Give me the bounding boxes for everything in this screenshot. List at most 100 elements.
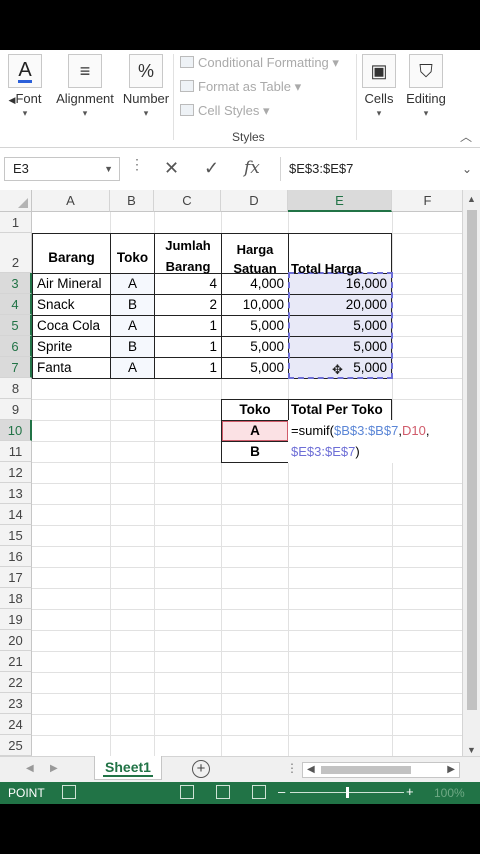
row-header[interactable]: 14 (0, 504, 32, 525)
font-group[interactable]: A ◀Font ▾ (0, 50, 50, 148)
cell-c4[interactable]: 2 (155, 297, 221, 312)
cell-d11[interactable]: B (222, 444, 288, 459)
cell-b6[interactable]: B (111, 339, 154, 354)
cell-d6[interactable]: 5,000 (222, 339, 288, 354)
macro-record-icon[interactable] (62, 785, 76, 799)
zoom-slider[interactable] (290, 787, 404, 798)
enter-icon[interactable]: ✓ (204, 158, 219, 179)
row-header[interactable]: 8 (0, 378, 32, 399)
zoom-level[interactable]: 100% (434, 786, 465, 800)
header-jumlah-line1[interactable]: Jumlah (155, 238, 221, 253)
header-jumlah-line2[interactable]: Barang (155, 259, 221, 274)
row-header[interactable]: 3 (0, 273, 32, 294)
cell-b5[interactable]: A (111, 318, 154, 333)
row-header[interactable]: 7 (0, 357, 32, 378)
scroll-thumb[interactable] (467, 210, 477, 710)
vertical-scrollbar[interactable]: ▲ ▼ (462, 190, 480, 760)
tab-sheet1[interactable]: Sheet1 (94, 756, 162, 780)
row-header[interactable]: 24 (0, 714, 32, 735)
collapse-ribbon-icon[interactable]: ︿ (460, 128, 472, 145)
tab-scroll-right-icon[interactable]: ▶ (50, 763, 58, 774)
scroll-up-icon[interactable]: ▲ (467, 194, 476, 204)
row-header[interactable]: 9 (0, 399, 32, 420)
summary-header-total[interactable]: Total Per Toko (289, 402, 387, 417)
horizontal-scrollbar[interactable]: ◀ ▶ (302, 762, 460, 778)
cell-d5[interactable]: 5,000 (222, 318, 288, 333)
row-header[interactable]: 16 (0, 546, 32, 567)
row-header[interactable]: 13 (0, 483, 32, 504)
cell-e10-editor[interactable]: =sumif($B$3:$B$7,D10, $E$3:$E$7) (288, 420, 462, 463)
cell-d7[interactable]: 5,000 (222, 360, 288, 375)
summary-header-toko[interactable]: Toko (222, 402, 288, 417)
header-total-harga[interactable]: Total Harga (289, 261, 392, 276)
row-header[interactable]: 5 (0, 315, 32, 336)
scroll-thumb[interactable] (321, 766, 411, 774)
cell-d4[interactable]: 10,000 (222, 297, 288, 312)
row-header[interactable]: 6 (0, 336, 32, 357)
cell-c7[interactable]: 1 (155, 360, 221, 375)
page-layout-icon[interactable] (216, 785, 230, 799)
row-header[interactable]: 15 (0, 525, 32, 546)
row-header[interactable]: 1 (0, 212, 32, 233)
cell-e6[interactable]: 5,000 (289, 339, 391, 354)
row-header[interactable]: 21 (0, 651, 32, 672)
alignment-group[interactable]: ≡ Alignment ▾ (50, 50, 120, 148)
chevron-down-icon[interactable]: ▼ (104, 158, 113, 180)
header-barang[interactable]: Barang (33, 250, 110, 265)
zoom-slider-knob[interactable] (346, 787, 349, 798)
column-header-f[interactable]: F (392, 190, 462, 212)
cell-c3[interactable]: 4 (155, 276, 221, 291)
cells-group[interactable]: ▣ Cells ▾ (358, 50, 400, 148)
scroll-left-icon[interactable]: ◀ (307, 764, 315, 775)
conditional-formatting-button[interactable]: Conditional Formatting ▾ (180, 55, 339, 71)
column-header-d[interactable]: D (221, 190, 288, 212)
row-header[interactable]: 19 (0, 609, 32, 630)
cell-a7[interactable]: Fanta (33, 360, 76, 375)
row-header[interactable]: 17 (0, 567, 32, 588)
header-harga-line1[interactable]: Harga (222, 242, 288, 257)
row-header[interactable]: 23 (0, 693, 32, 714)
more-icon[interactable]: ⋮ (286, 761, 298, 775)
number-group[interactable]: % Number ▾ (120, 50, 172, 148)
cell-e3[interactable]: 16,000 (289, 276, 391, 291)
column-header-c[interactable]: C (154, 190, 221, 212)
column-header-e[interactable]: E (288, 190, 392, 212)
select-all-button[interactable] (0, 190, 32, 212)
insert-function-icon[interactable]: fx (244, 158, 260, 178)
row-header[interactable]: 2 (0, 233, 32, 273)
cancel-icon[interactable]: ✕ (164, 158, 179, 179)
header-toko[interactable]: Toko (111, 250, 154, 265)
formula-input[interactable]: $E$3:$E$7 ⌄ (280, 157, 476, 181)
editing-group[interactable]: ⛉ Editing ▾ (402, 50, 450, 148)
column-header-b[interactable]: B (110, 190, 154, 212)
chevron-down-icon[interactable]: ⌄ (462, 157, 472, 181)
scroll-right-icon[interactable]: ▶ (447, 764, 455, 775)
zoom-out-icon[interactable]: – (278, 784, 285, 799)
add-sheet-icon[interactable]: + (192, 760, 210, 778)
name-box[interactable]: E3 ▼ (4, 157, 120, 181)
spreadsheet-grid[interactable]: A B C D E F 1 2 3 4 5 6 7 8 9 10 11 12 1… (0, 190, 462, 760)
header-harga-line2[interactable]: Satuan (222, 261, 288, 276)
zoom-in-icon[interactable]: + (406, 784, 414, 799)
row-header[interactable]: 11 (0, 441, 32, 462)
cell-c6[interactable]: 1 (155, 339, 221, 354)
row-header[interactable]: 10 (0, 420, 32, 441)
normal-view-icon[interactable] (180, 785, 194, 799)
tab-scroll-left-icon[interactable]: ◀ (26, 763, 34, 774)
cell-a4[interactable]: Snack (33, 297, 79, 312)
column-header-a[interactable]: A (32, 190, 110, 212)
row-header[interactable]: 25 (0, 735, 32, 756)
format-as-table-button[interactable]: Format as Table ▾ (180, 79, 301, 95)
row-header[interactable]: 20 (0, 630, 32, 651)
row-header[interactable]: 18 (0, 588, 32, 609)
cell-b3[interactable]: A (111, 276, 154, 291)
cell-e5[interactable]: 5,000 (289, 318, 391, 333)
row-header[interactable]: 22 (0, 672, 32, 693)
cell-c5[interactable]: 1 (155, 318, 221, 333)
cell-d10[interactable]: A (222, 423, 288, 438)
cell-b7[interactable]: A (111, 360, 154, 375)
row-header[interactable]: 12 (0, 462, 32, 483)
page-break-preview-icon[interactable] (252, 785, 266, 799)
cell-a3[interactable]: Air Mineral (33, 276, 106, 291)
cell-e4[interactable]: 20,000 (289, 297, 391, 312)
